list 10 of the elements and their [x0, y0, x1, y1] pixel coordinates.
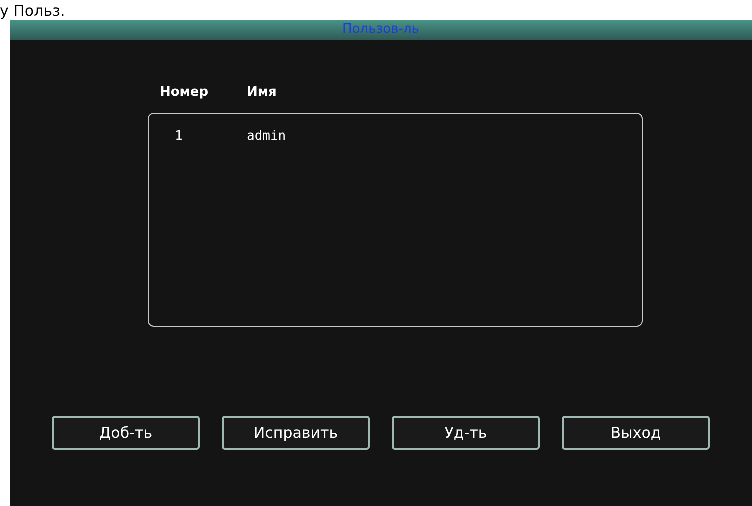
dialog-button[interactable]: Уд-ть — [392, 416, 540, 450]
column-header: Имя — [247, 84, 278, 102]
dialog-button[interactable]: Доб-ть — [52, 416, 200, 450]
dialog-button[interactable]: Исправить — [222, 416, 370, 450]
window-title: Пользов-ль — [342, 21, 420, 40]
table-cell-text: admin — [247, 128, 286, 146]
table-cell-text: 1 — [174, 128, 184, 146]
caption-text: у Польз. — [0, 2, 66, 20]
column-header: Номер — [160, 84, 210, 102]
dialog-button[interactable]: Выход — [562, 416, 710, 450]
